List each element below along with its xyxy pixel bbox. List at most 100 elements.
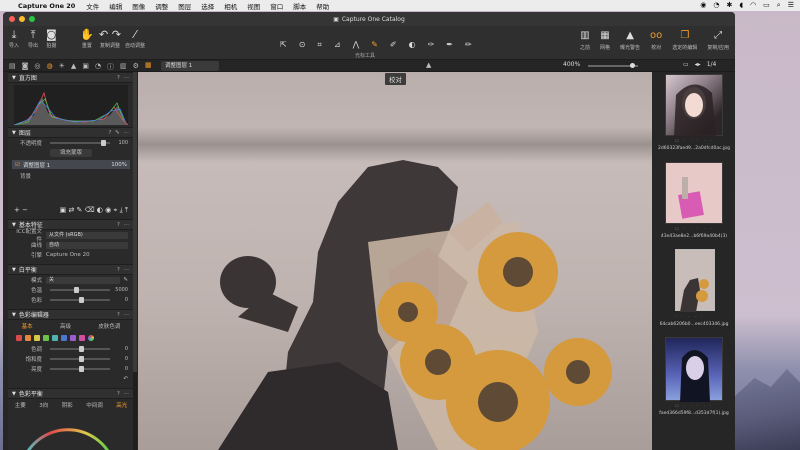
bluetooth-icon[interactable]: ✱ [726,1,732,10]
color-swatch[interactable] [70,335,76,341]
color-editor-header[interactable]: ▼ 色彩编辑器 ? ⋯ [8,309,134,320]
details-tab-icon[interactable]: ▲ [71,62,76,72]
hue-knob[interactable] [78,346,84,352]
keystone-tool-icon[interactable]: ⋀ [353,40,360,50]
wb-picker-icon[interactable]: ✎ [123,277,128,283]
menu-window[interactable]: 窗口 [270,1,283,11]
saturation-slider[interactable] [50,356,110,362]
close-window-button[interactable] [9,16,15,22]
tab-highlights[interactable]: 高光 [116,401,127,409]
lightness-slider[interactable] [50,366,110,372]
tab-master[interactable]: 主要 [15,401,26,409]
search-icon[interactable]: ⌕ [777,1,781,10]
tools-scrollbar[interactable] [133,72,137,450]
layers-header[interactable]: ▼ 图层 ? ✎ ⋯ [8,127,134,138]
proof-button[interactable]: oo 校对 [650,30,662,51]
wechat-icon[interactable]: ◉ [700,1,706,10]
before-button[interactable]: ▥ 之前 [580,30,590,51]
section-actions[interactable]: ? ⋯ [117,267,134,273]
opacity-slider[interactable] [50,140,110,146]
volume-icon[interactable]: ◖ [739,1,743,10]
straighten-tool-icon[interactable]: ⊿ [334,40,341,50]
color-tab-icon[interactable]: ◍ [47,62,53,72]
section-actions[interactable]: ? ⋯ [117,391,134,397]
thumbnail-rating[interactable]: ☐ · · · · · [675,138,715,143]
white-balance-header[interactable]: ▼ 白平衡 ? ⋯ [8,264,134,275]
thumbnail-rating[interactable]: ☐ · · · · · [675,226,715,231]
hue-value[interactable]: 0 [114,346,128,352]
saturation-knob[interactable] [78,356,84,362]
add-layer-icon[interactable]: + − [14,206,28,214]
pan-tool-icon[interactable]: ⇱ [280,40,287,50]
zoom-window-button[interactable] [29,16,35,22]
gradient-tool-icon[interactable]: ◐ [409,40,416,50]
exposure-warning-button[interactable]: ▲ 曝光警告 [620,30,640,51]
wb-temp-value[interactable]: 5000 [114,287,128,293]
qq-icon[interactable]: ◔ [713,1,719,10]
tab-skin-tone[interactable]: 皮肤色调 [98,322,120,330]
reset-button[interactable]: ✋ 重置 [80,28,94,49]
viewer-layout-icon[interactable]: ▦ [145,61,152,69]
minimize-window-button[interactable] [19,16,25,22]
layer-select[interactable]: 调整图层 1 [161,61,219,71]
picker-tool-icon[interactable]: ✒ [446,40,453,50]
lens-tab-icon[interactable]: ◎ [34,62,40,72]
layer-check-icon[interactable]: ☑ [15,162,20,168]
hue-slider[interactable] [50,346,110,352]
color-swatch[interactable] [52,335,58,341]
zoom-slider[interactable] [588,63,638,68]
opacity-value[interactable]: 100 [114,140,128,146]
import-button[interactable]: ⤓ 导入 [9,28,19,49]
library-tab-icon[interactable]: ▤ [9,62,16,72]
wifi-icon[interactable]: ◠ [750,1,756,10]
batch-tab-icon[interactable]: ▥ [120,62,127,72]
menu-select[interactable]: 选择 [201,1,214,11]
selected-edit-button[interactable]: ❐ 选定的编辑 [672,30,697,51]
opacity-slider-knob[interactable] [101,140,106,146]
tab-basic[interactable]: 基本 [22,322,33,330]
menu-adjust[interactable]: 调整 [155,1,168,11]
color-balance-header[interactable]: ▼ 色彩平衡 ? ⋯ [8,388,134,399]
copy-adjust-button[interactable]: ↶ ↷ 复制调整 [99,28,121,49]
loupe-tool-icon[interactable]: ⊙ [299,40,306,50]
color-picker-icon[interactable] [88,335,94,341]
crop-tool-icon[interactable]: ⌗ [317,40,322,50]
menu-help[interactable]: 帮助 [316,1,329,11]
thumbnail-rating[interactable]: ☐ · · · · · [675,403,715,408]
zoom-slider-knob[interactable] [630,63,635,68]
curve-select[interactable]: 自动 [46,241,128,249]
app-menu[interactable]: Capture One 20 [18,2,75,10]
menu-file[interactable]: 文件 [86,1,99,11]
menu-edit[interactable]: 编辑 [109,1,122,11]
menu-camera[interactable]: 相机 [224,1,237,11]
thumbnail-rating[interactable]: · · · · · [675,314,715,319]
export-button[interactable]: ⤒ 导出 [28,28,38,49]
color-swatch[interactable] [79,335,85,341]
heal-tool-icon[interactable]: ✑ [428,40,435,50]
tab-advanced[interactable]: 高级 [60,322,71,330]
thumbnail-image-selected[interactable] [675,249,715,312]
thumbnail-image[interactable] [665,74,723,137]
section-actions[interactable]: ? ⋯ [117,222,134,228]
color-wheel[interactable] [8,411,128,450]
layer-item-background[interactable]: 背景 [8,171,134,181]
icc-select[interactable]: 从文件 (sRGB) [46,231,128,239]
browser-prev-icon[interactable]: ◂▸ [695,61,701,68]
tab-midtones[interactable]: 中间调 [86,401,103,409]
browser-view-icon[interactable]: ▭ [683,61,689,68]
tools-scroll-thumb[interactable] [133,72,137,372]
color-swatch[interactable] [34,335,40,341]
image-viewer[interactable]: 校对 [138,72,652,450]
local-tab-icon[interactable]: ▣ [82,62,89,72]
color-swatch[interactable] [43,335,49,341]
grid-button[interactable]: ▦ 网格 [600,30,610,51]
histogram-header[interactable]: ▼ 直方图 ? ⋯ [8,72,134,83]
section-actions[interactable]: ? ⋯ [117,312,134,318]
fill-mask-button[interactable]: 填充蒙版 [49,149,92,157]
capture-button[interactable]: ◙ 拍摄 [46,28,57,49]
menu-layers[interactable]: 图层 [178,1,191,11]
exposure-tab-icon[interactable]: ☀ [59,62,65,72]
menu-view[interactable]: 视图 [247,1,260,11]
wb-tint-value[interactable]: 0 [114,297,128,303]
copy-apply-button[interactable]: ⤢ 复制/应用 [707,30,729,51]
